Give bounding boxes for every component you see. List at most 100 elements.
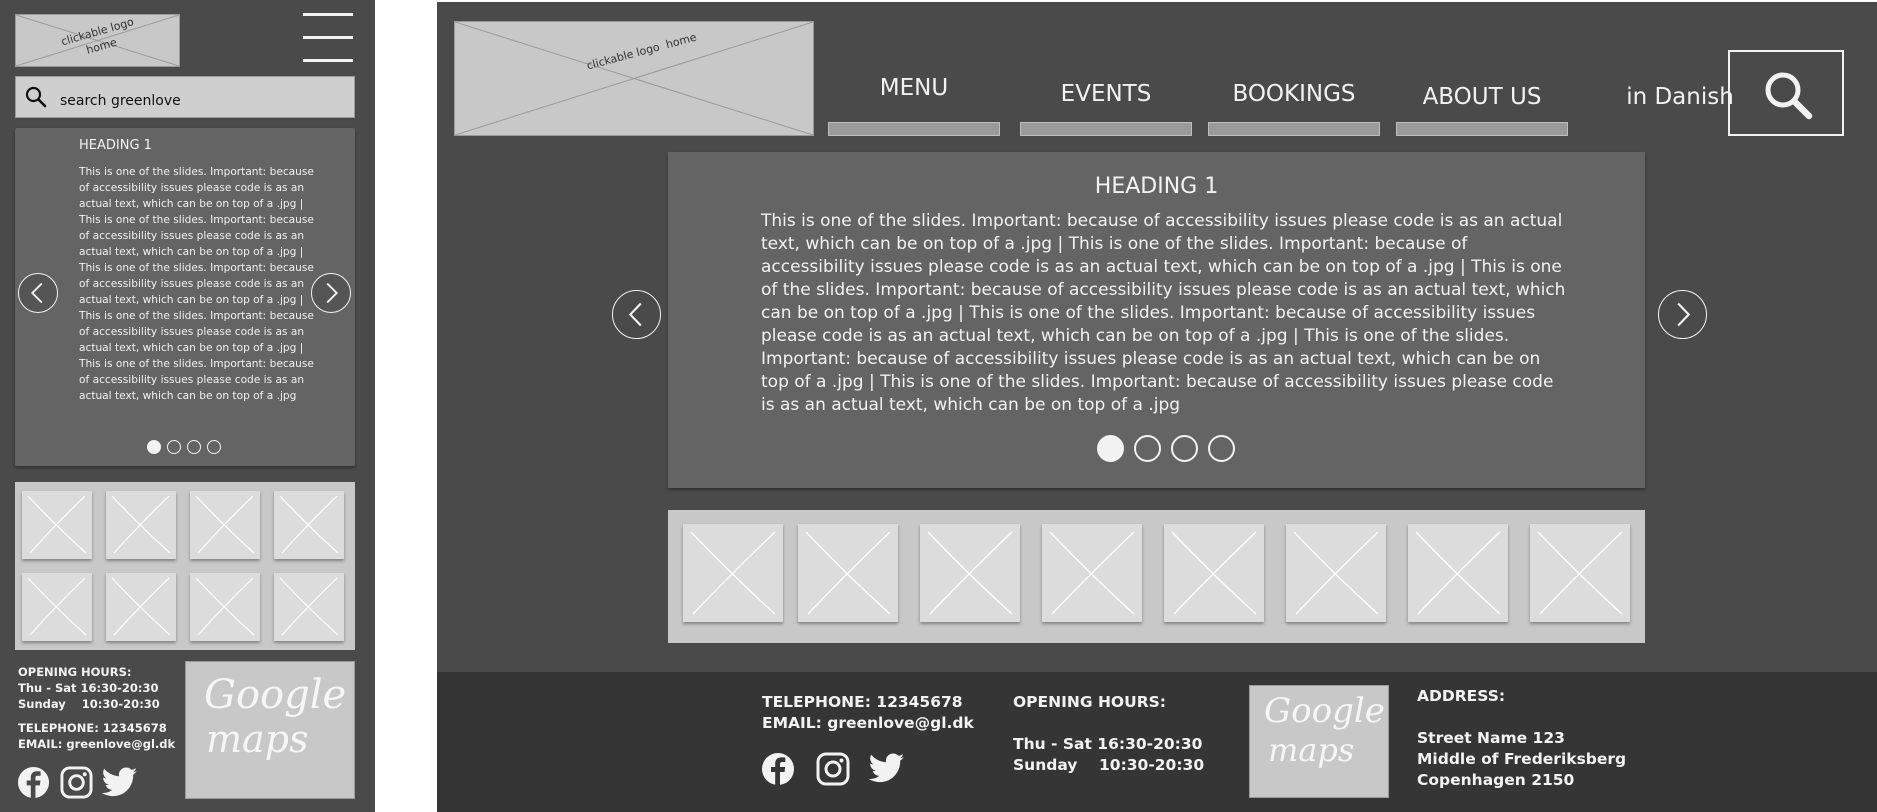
nav-events[interactable]: EVENTS xyxy=(1020,81,1192,107)
thumbnail[interactable] xyxy=(274,573,344,641)
nav-menu-indicator xyxy=(828,122,1000,136)
mobile-wireframe: clickable logo home search greenlove HEA… xyxy=(0,0,375,812)
mobile-search-input[interactable]: search greenlove xyxy=(15,76,355,118)
thumbnail[interactable] xyxy=(190,491,260,559)
nav-bookings[interactable]: BOOKINGS xyxy=(1208,81,1380,107)
email-text: EMAIL: greenlove@gl.dk xyxy=(18,737,176,751)
opening-hours-title: OPENING HOURS: xyxy=(1013,693,1166,711)
desktop-thumbnail-strip xyxy=(668,510,1645,643)
thumbnail[interactable] xyxy=(1530,524,1630,622)
desktop-slide: HEADING 1 This is one of the slides. Imp… xyxy=(668,152,1645,488)
telephone-text: TELEPHONE: 12345678 xyxy=(762,693,963,711)
thumbnail[interactable] xyxy=(22,573,92,641)
search-icon xyxy=(25,86,47,108)
next-slide-button[interactable] xyxy=(1658,290,1707,339)
telephone-text: TELEPHONE: 12345678 xyxy=(18,721,167,735)
image-placeholder-icon xyxy=(1171,531,1257,615)
image-placeholder-icon xyxy=(805,531,891,615)
image-placeholder-icon xyxy=(195,577,255,636)
image-placeholder-icon xyxy=(195,495,255,554)
thumbnail[interactable] xyxy=(22,491,92,559)
image-placeholder-icon xyxy=(279,577,339,636)
nav-events-indicator xyxy=(1020,122,1192,136)
thumbnail[interactable] xyxy=(1042,524,1142,622)
chevron-left-icon xyxy=(30,282,43,304)
thumbnail[interactable] xyxy=(683,524,783,622)
opening-hours-line: Thu - Sat 16:30-20:30 xyxy=(1013,735,1203,753)
slide-dot-1[interactable] xyxy=(1097,435,1124,462)
maps-handwritten-line1: Google xyxy=(204,672,347,718)
prev-slide-button[interactable] xyxy=(18,273,58,313)
address-title: ADDRESS: xyxy=(1417,687,1506,705)
desktop-footer: TELEPHONE: 12345678 EMAIL: greenlove@gl.… xyxy=(437,672,1877,812)
search-placeholder: search greenlove xyxy=(60,93,181,109)
image-placeholder-icon xyxy=(27,577,87,636)
thumbnail[interactable] xyxy=(190,573,260,641)
footer-google-maps-placeholder[interactable]: Google maps xyxy=(1249,685,1389,798)
thumbnail[interactable] xyxy=(1164,524,1264,622)
prev-slide-button[interactable] xyxy=(612,290,661,339)
slide-dot-2[interactable] xyxy=(167,440,181,454)
mobile-contact: TELEPHONE: 12345678 EMAIL: greenlove@gl.… xyxy=(18,720,175,752)
chevron-left-icon xyxy=(628,302,642,327)
image-placeholder-icon xyxy=(279,495,339,554)
opening-hours-line: Sunday 10:30-20:30 xyxy=(1013,756,1205,774)
mobile-opening-hours: OPENING HOURS: Thu - Sat 16:30-20:30 Sun… xyxy=(18,664,160,712)
mobile-logo-placeholder[interactable]: clickable logo home xyxy=(15,14,180,67)
opening-hours-title: OPENING HOURS: xyxy=(18,665,132,679)
twitter-icon[interactable] xyxy=(869,753,905,784)
nav-about-us[interactable]: ABOUT US xyxy=(1396,84,1568,110)
facebook-icon[interactable] xyxy=(17,766,50,799)
thumbnail[interactable] xyxy=(920,524,1020,622)
maps-handwritten-line2: maps xyxy=(206,717,309,761)
chevron-right-icon xyxy=(1677,302,1691,327)
opening-hours-line: Thu - Sat 16:30-20:30 xyxy=(18,681,159,695)
thumbnail[interactable] xyxy=(274,491,344,559)
search-icon xyxy=(1765,72,1813,120)
chevron-right-icon xyxy=(326,282,339,304)
maps-handwritten-line2: maps xyxy=(1268,731,1355,769)
slide-dot-2[interactable] xyxy=(1134,435,1161,462)
slide-dot-1[interactable] xyxy=(147,440,161,454)
slide-dot-4[interactable] xyxy=(1208,435,1235,462)
thumbnail[interactable] xyxy=(106,573,176,641)
hamburger-icon[interactable] xyxy=(303,13,353,63)
image-placeholder-icon xyxy=(927,531,1013,615)
mobile-slide-text: This is one of the slides. Important: be… xyxy=(79,166,314,402)
instagram-icon[interactable] xyxy=(816,752,850,786)
thumbnail[interactable] xyxy=(798,524,898,622)
thumbnail[interactable] xyxy=(1408,524,1508,622)
instagram-icon[interactable] xyxy=(60,766,93,799)
address-line: Middle of Frederiksberg xyxy=(1417,750,1627,768)
next-slide-button[interactable] xyxy=(311,273,351,313)
desktop-search-button[interactable] xyxy=(1728,50,1844,136)
footer-contact: TELEPHONE: 12345678 EMAIL: greenlove@gl.… xyxy=(762,692,974,734)
image-placeholder-icon xyxy=(690,531,776,615)
desktop-logo-placeholder[interactable]: clickable logo home xyxy=(454,21,814,136)
facebook-icon[interactable] xyxy=(761,752,795,786)
mobile-google-maps-placeholder[interactable]: Google maps xyxy=(185,661,355,799)
maps-handwritten-line1: Google xyxy=(1264,691,1385,731)
mobile-thumbnail-grid xyxy=(15,482,355,650)
slide-dot-4[interactable] xyxy=(207,440,221,454)
opening-hours-line: Sunday 10:30-20:30 xyxy=(18,697,160,711)
thumbnail[interactable] xyxy=(106,491,176,559)
image-placeholder-icon xyxy=(1293,531,1379,615)
image-placeholder-icon xyxy=(111,495,171,554)
address-line: Street Name 123 xyxy=(1417,729,1565,747)
slide-dot-3[interactable] xyxy=(187,440,201,454)
desktop-slide-text: This is one of the slides. Important: be… xyxy=(761,211,1566,415)
email-text: EMAIL: greenlove@gl.dk xyxy=(762,714,974,732)
nav-menu[interactable]: MENU xyxy=(828,75,1000,101)
thumbnail[interactable] xyxy=(1286,524,1386,622)
twitter-icon[interactable] xyxy=(102,767,138,798)
mobile-slide-heading: HEADING 1 xyxy=(79,138,152,153)
slide-dot-3[interactable] xyxy=(1171,435,1198,462)
address-line: Copenhagen 2150 xyxy=(1417,771,1575,789)
image-placeholder-icon xyxy=(27,495,87,554)
footer-opening-hours: OPENING HOURS: Thu - Sat 16:30-20:30 Sun… xyxy=(1013,692,1204,776)
nav-about-indicator xyxy=(1396,122,1568,136)
image-placeholder-icon xyxy=(1537,531,1623,615)
image-placeholder-icon xyxy=(111,577,171,636)
desktop-slide-heading: HEADING 1 xyxy=(1094,174,1219,199)
